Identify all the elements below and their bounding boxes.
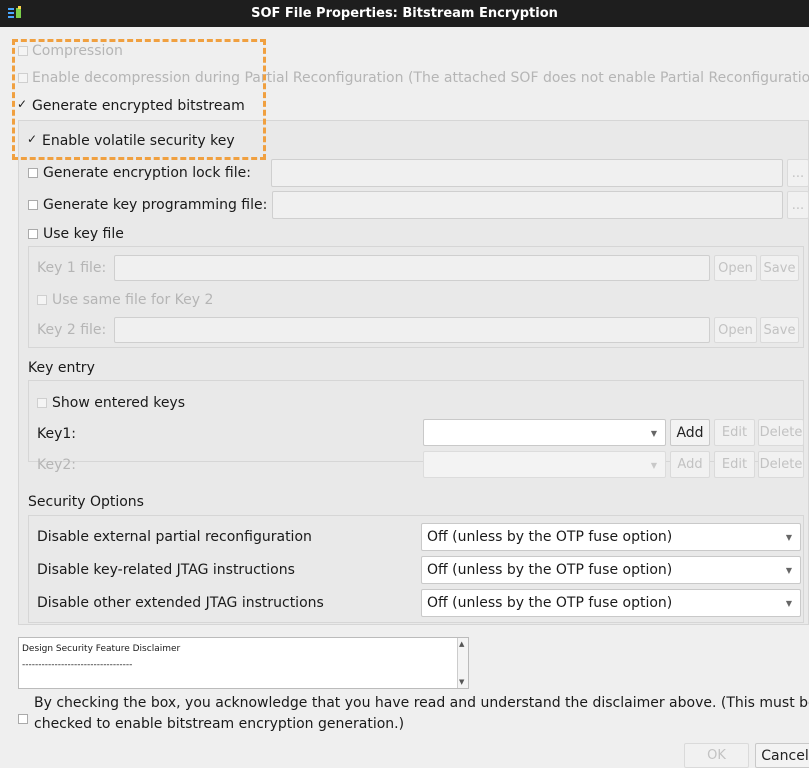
security-row-combo[interactable]: Off (unless by the OTP fuse option) ▼ [421,523,801,551]
disclaimer-title: Design Security Feature Disclaimer [22,644,181,654]
use-key-file-option[interactable]: Use key file [28,226,124,242]
chevron-down-icon: ▼ [650,429,657,438]
key-prog-file-input[interactable] [272,191,783,219]
security-row-combo[interactable]: Off (unless by the OTP fuse option) ▼ [421,589,801,617]
window-title: SOF File Properties: Bitstream Encryptio… [251,6,558,21]
security-row-label: Disable other extended JTAG instructions [37,595,324,611]
lock-file-checkbox[interactable] [28,168,38,178]
key-entry-heading: Key entry [28,360,95,376]
chevron-down-icon: ▼ [650,461,657,470]
scroll-down-icon[interactable]: ▼ [459,678,464,686]
use-key-file-checkbox[interactable] [28,229,38,239]
lock-file-option[interactable]: Generate encryption lock file: [28,165,251,181]
key2-combo[interactable]: ▼ [423,451,666,478]
security-row-value: Off (unless by the OTP fuse option) [427,562,673,578]
key1-add-button[interactable]: Add [670,419,710,446]
key1-delete-button[interactable]: Delete [758,419,804,446]
security-row-label: Disable external partial reconfiguration [37,529,312,545]
show-keys-option[interactable]: Show entered keys [37,395,185,411]
lock-file-label: Generate encryption lock file: [43,165,251,181]
security-options-heading: Security Options [28,494,144,510]
same-file-option[interactable]: Use same file for Key 2 [37,292,213,308]
key1-edit-button[interactable]: Edit [714,419,755,446]
lock-file-input[interactable] [271,159,783,187]
key2-add-button[interactable]: Add [670,451,710,478]
key2-label: Key2: [37,457,77,473]
key2-save-button[interactable]: Save [760,317,799,343]
key1-save-button[interactable]: Save [760,255,799,281]
acknowledge-line2: checked to enable bitstream encryption g… [34,716,405,732]
security-row-value: Off (unless by the OTP fuse option) [427,595,673,611]
acknowledge-checkbox[interactable] [18,714,28,724]
key1-label: Key1: [37,426,77,442]
use-key-file-label: Use key file [43,226,124,242]
key1-combo[interactable]: ▼ [423,419,666,446]
key2-open-button[interactable]: Open [714,317,757,343]
key-prog-file-option[interactable]: Generate key programming file: [28,197,267,213]
key-prog-file-checkbox[interactable] [28,200,38,210]
show-keys-checkbox[interactable] [37,398,47,408]
chevron-down-icon: ▼ [785,566,792,575]
highlight-box [12,39,266,160]
chevron-down-icon: ▼ [785,599,792,608]
chevron-down-icon: ▼ [785,533,792,542]
ok-button[interactable]: OK [684,743,749,768]
security-row-combo[interactable]: Off (unless by the OTP fuse option) ▼ [421,556,801,584]
key2-file-input[interactable] [114,317,710,343]
key-prog-file-label: Generate key programming file: [43,197,268,213]
key2-delete-button[interactable]: Delete [758,451,804,478]
title-bar: SOF File Properties: Bitstream Encryptio… [0,0,809,27]
key-prog-file-browse-button[interactable]: ... [787,191,809,219]
disclaimer-textarea[interactable]: Design Security Feature Disclaimer -----… [18,637,469,689]
key1-file-label: Key 1 file: [37,260,107,276]
security-row-value: Off (unless by the OTP fuse option) [427,529,673,545]
key1-open-button[interactable]: Open [714,255,757,281]
lock-file-browse-button[interactable]: ... [787,159,809,187]
key2-file-label: Key 2 file: [37,322,107,338]
scroll-up-icon[interactable]: ▲ [459,640,464,648]
show-keys-label: Show entered keys [52,395,186,411]
cancel-button[interactable]: Cancel [755,743,809,768]
acknowledge-line1: By checking the box, you acknowledge tha… [34,695,809,711]
same-file-checkbox[interactable] [37,295,47,305]
key2-edit-button[interactable]: Edit [714,451,755,478]
disclaimer-scrollbar[interactable]: ▲ ▼ [457,638,468,688]
disclaimer-divider: ---------------------------------- [22,660,133,670]
same-file-label: Use same file for Key 2 [52,292,214,308]
key1-file-input[interactable] [114,255,710,281]
security-row-label: Disable key-related JTAG instructions [37,562,295,578]
